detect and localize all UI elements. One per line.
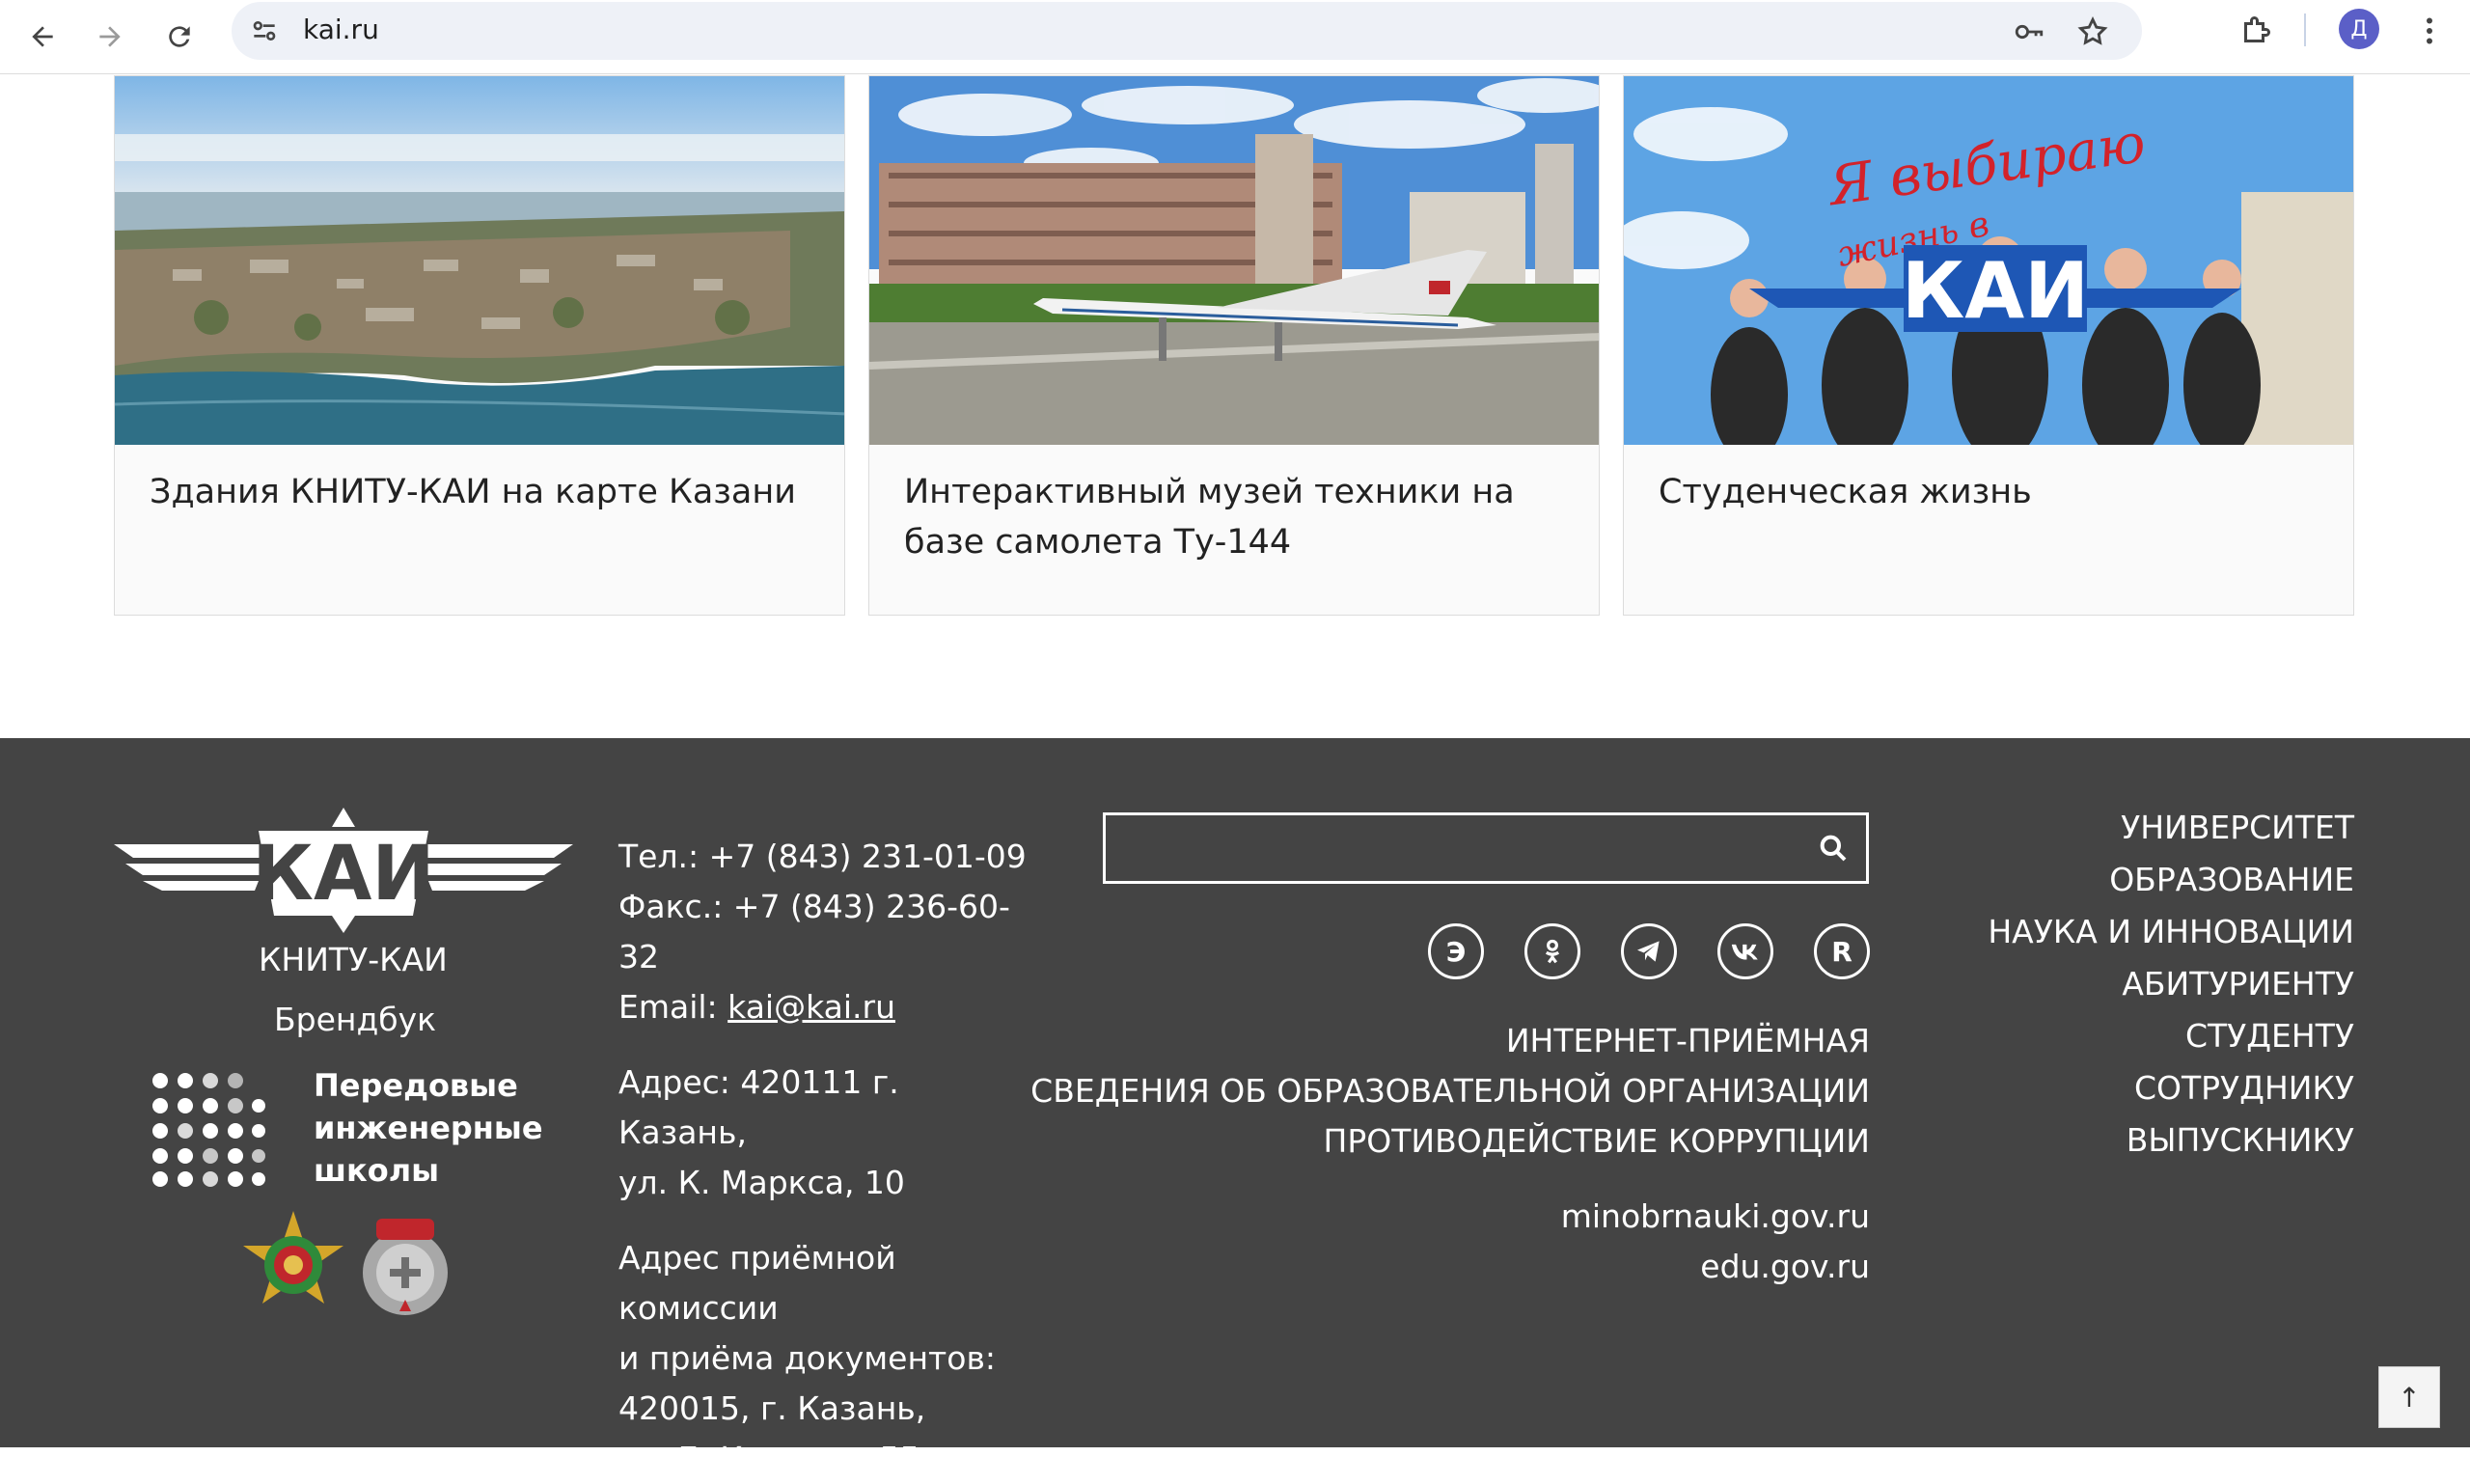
- email-row: Email: kai@kai.ru: [618, 982, 1033, 1032]
- edu-gov-link[interactable]: edu.gov.ru: [1561, 1242, 1870, 1292]
- admissions-address-line: 420015, г. Казань,: [618, 1389, 926, 1427]
- extensions-icon[interactable]: [2238, 14, 2273, 48]
- admissions-address-line: Адрес приёмной комиссии: [618, 1239, 896, 1327]
- schools-line: Передовые: [314, 1067, 518, 1104]
- odnoklassniki-social-icon[interactable]: [1524, 923, 1580, 979]
- student-life-image: Я выбираю жизнь в КАИ: [1624, 76, 2353, 445]
- telegram-social-icon[interactable]: [1621, 923, 1677, 979]
- footer-menu: УНИВЕРСИТЕТ ОБРАЗОВАНИЕ НАУКА И ИННОВАЦИ…: [1988, 802, 2354, 1167]
- url-text: kai.ru: [303, 14, 379, 45]
- search-input[interactable]: [1106, 815, 1798, 883]
- address-bar[interactable]: kai.ru: [232, 2, 2142, 60]
- order-friendship-icon: [243, 1211, 343, 1304]
- dots-logo-icon: [152, 1073, 265, 1187]
- site-settings-icon[interactable]: [249, 15, 280, 46]
- fax-text: Факс.: +7 (843) 236-60-32: [618, 888, 1010, 976]
- menu-item-students[interactable]: СТУДЕНТУ: [1988, 1010, 2354, 1062]
- admissions-address-line: и приёма документов:: [618, 1339, 997, 1377]
- forward-button[interactable]: [81, 8, 139, 66]
- external-links: minobrnauki.gov.ru edu.gov.ru: [1561, 1192, 1870, 1292]
- arrow-right-icon: [99, 26, 121, 47]
- org-name[interactable]: КНИТУ-КАИ: [259, 941, 448, 978]
- ok-icon: [1545, 939, 1560, 964]
- org-info-link[interactable]: СВЕДЕНИЯ ОБ ОБРАЗОВАТЕЛЬНОЙ ОРГАНИЗАЦИИ: [1030, 1066, 1870, 1116]
- schools-line: инженерные: [314, 1110, 543, 1146]
- address-line: ул. К. Маркса, 10: [618, 1164, 905, 1201]
- profile-avatar[interactable]: Д: [2339, 9, 2379, 49]
- footer-links: ИНТЕРНЕТ-ПРИЁМНАЯ СВЕДЕНИЯ ОБ ОБРАЗОВАТЕ…: [1030, 1016, 1870, 1167]
- bookmark-star-icon[interactable]: [2076, 15, 2109, 48]
- menu-item-education[interactable]: ОБРАЗОВАНИЕ: [1988, 854, 2354, 906]
- admissions-address-line: ул. Б. Красная, 55: [618, 1440, 920, 1477]
- internet-reception-link[interactable]: ИНТЕРНЕТ-ПРИЁМНАЯ: [1030, 1016, 1870, 1066]
- reload-icon: [169, 26, 190, 47]
- schools-line: школы: [314, 1152, 440, 1189]
- kazan-aerial-image: [115, 76, 844, 445]
- menu-item-university[interactable]: УНИВЕРСИТЕТ: [1988, 802, 2354, 854]
- menu-item-staff[interactable]: СОТРУДНИКУ: [1988, 1062, 2354, 1114]
- order-labour-icon: [363, 1219, 448, 1315]
- phone-text[interactable]: Тел.: +7 (843) 231-01-09: [618, 832, 1033, 882]
- card-title[interactable]: Здания КНИТУ-КАИ на карте Казани: [150, 467, 815, 517]
- electronic-reception-social-icon[interactable]: Э: [1428, 923, 1484, 979]
- card-student-life[interactable]: Я выбираю жизнь в КАИ Студенческая жизнь: [1623, 75, 2354, 616]
- vk-icon: [1731, 944, 1758, 960]
- card-tu144-museum[interactable]: Интерактивный музей техники на базе само…: [868, 75, 1600, 616]
- engineering-schools-logo[interactable]: Передовые инженерные школы: [314, 1064, 543, 1192]
- telegram-icon: [1637, 941, 1660, 962]
- logo-text: КАИ: [252, 831, 434, 918]
- card-title[interactable]: Интерактивный музей техники на базе само…: [904, 467, 1570, 567]
- scroll-to-top-button[interactable]: ↑: [2378, 1366, 2440, 1428]
- reload-button[interactable]: [151, 8, 208, 66]
- anti-corruption-link[interactable]: ПРОТИВОДЕЙСТВИЕ КОРРУПЦИИ: [1030, 1116, 1870, 1167]
- menu-item-graduates[interactable]: ВЫПУСКНИКУ: [1988, 1114, 2354, 1167]
- menu-item-applicants[interactable]: АБИТУРИЕНТУ: [1988, 958, 2354, 1010]
- menu-item-science[interactable]: НАУКА И ИННОВАЦИИ: [1988, 906, 2354, 958]
- browser-toolbar: kai.ru Д: [0, 0, 2470, 74]
- slogan-kai-text: КАИ: [1902, 246, 2089, 336]
- site-footer: КАИ КНИТУ-КАИ Брендбук Передовые инженер…: [0, 738, 2470, 1477]
- email-label: Email:: [618, 988, 728, 1026]
- vk-social-icon[interactable]: [1717, 923, 1773, 979]
- contacts-block: Тел.: +7 (843) 231-01-09 Факс.: +7 (843)…: [618, 832, 1033, 1484]
- card-buildings-map[interactable]: Здания КНИТУ-КАИ на карте Казани: [114, 75, 845, 616]
- kai-logo[interactable]: КАИ: [114, 808, 573, 933]
- back-button[interactable]: [14, 8, 71, 66]
- brandbook-link[interactable]: Брендбук: [274, 1001, 436, 1038]
- minobrnauki-link[interactable]: minobrnauki.gov.ru: [1561, 1192, 1870, 1242]
- toolbar-divider: [2304, 14, 2306, 46]
- search-icon[interactable]: [1818, 833, 1849, 864]
- footer-search: [1103, 812, 1869, 884]
- email-link[interactable]: kai@kai.ru: [727, 988, 895, 1026]
- rutube-social-icon[interactable]: R: [1814, 923, 1870, 979]
- kebab-menu-icon[interactable]: [2412, 14, 2447, 48]
- password-key-icon[interactable]: [2013, 15, 2045, 48]
- arrow-left-icon: [32, 26, 53, 47]
- address-line: Адрес: 420111 г. Казань,: [618, 1063, 899, 1151]
- card-title[interactable]: Студенческая жизнь: [1659, 467, 2324, 517]
- tu144-plane-image: [869, 76, 1599, 445]
